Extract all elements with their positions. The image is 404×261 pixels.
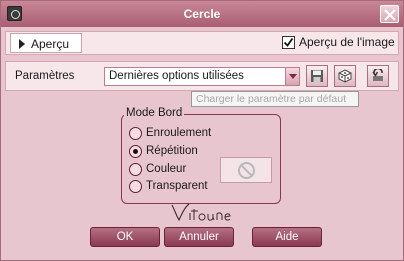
radio-label: Répétition [146, 145, 198, 157]
parameters-label: Paramètres [15, 70, 75, 82]
preview-checkbox-label: Aperçu de l'image [299, 35, 395, 49]
preview-bar: Aperçu Aperçu de l'image [5, 31, 399, 55]
save-preset-button[interactable] [306, 65, 328, 87]
close-icon [384, 9, 396, 21]
ok-button[interactable]: OK [90, 227, 160, 247]
close-button[interactable] [380, 5, 399, 23]
reset-default-button[interactable] [367, 65, 389, 87]
random-button[interactable] [334, 65, 356, 87]
cancel-button[interactable]: Annuler [164, 227, 234, 247]
tooltip: Charger le paramètre par défaut [191, 91, 359, 107]
parameters-bar: Paramètres Dernières options utilisées [5, 61, 399, 91]
help-button[interactable]: Aide [252, 227, 322, 247]
dice-icon [338, 69, 352, 83]
radio-button[interactable] [129, 127, 142, 140]
parameters-selected-value: Dernières options utilisées [109, 70, 244, 82]
radio-button[interactable] [129, 145, 142, 158]
checkmark-icon [283, 37, 294, 47]
signature-logo [171, 203, 231, 222]
title-bar[interactable]: Cercle [1, 1, 403, 27]
color-swatch[interactable] [220, 157, 272, 183]
expand-arrow-icon [19, 39, 25, 49]
dialog-window: Cercle Aperçu Aperçu de l'image Paramètr… [0, 0, 404, 261]
preview-toggle[interactable]: Aperçu [10, 33, 82, 53]
save-icon [311, 70, 323, 82]
mode-bord-title: Mode Bord [124, 107, 185, 119]
preview-checkbox[interactable] [282, 36, 295, 49]
radio-label: Transparent [146, 180, 208, 192]
preview-toggle-label: Aperçu [31, 37, 70, 51]
window-title: Cercle [183, 7, 221, 21]
reset-icon [372, 69, 383, 81]
radio-button[interactable] [129, 180, 142, 193]
radio-label: Couleur [146, 163, 187, 175]
radio-label: Enroulement [146, 127, 212, 139]
chevron-down-icon[interactable] [285, 68, 299, 85]
radio-button[interactable] [129, 163, 142, 176]
parameters-select[interactable]: Dernières options utilisées [104, 67, 300, 86]
no-color-icon [238, 162, 255, 179]
